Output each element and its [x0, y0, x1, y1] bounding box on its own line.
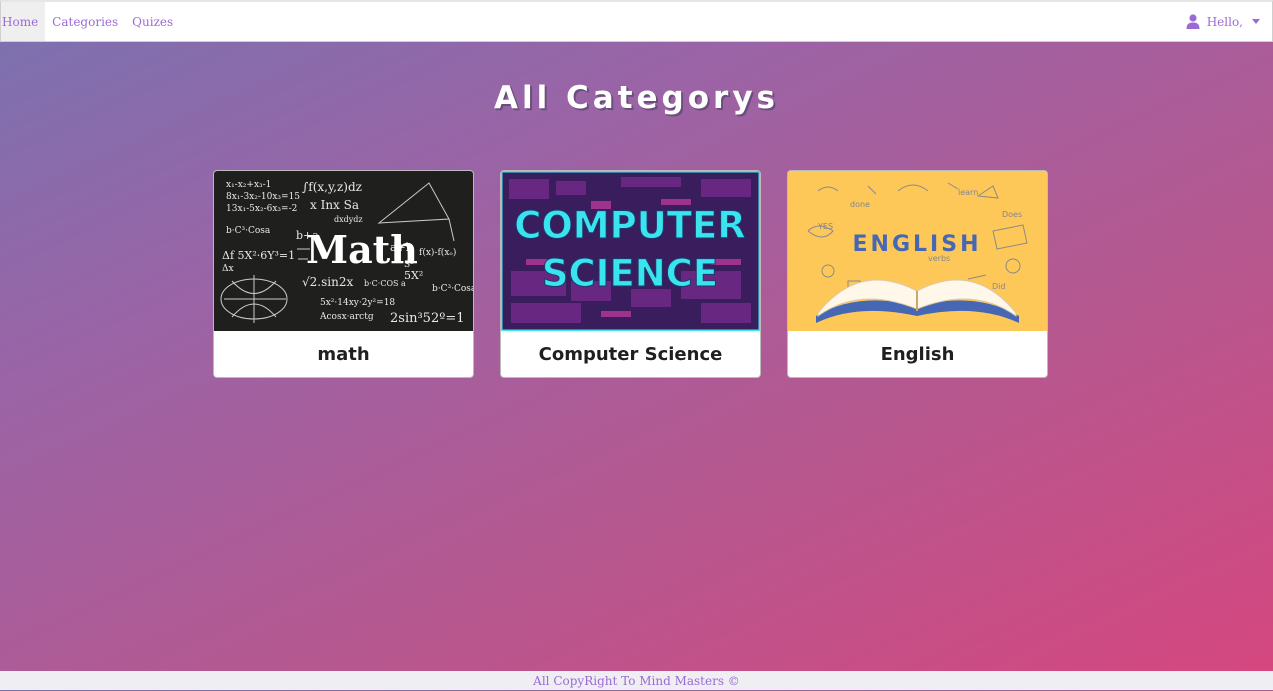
computer-science-category-image: COMPUTER SCIENCE — [501, 171, 760, 331]
nav-links: Home Categories Quizes — [1, 2, 180, 41]
svg-text:YES: YES — [817, 222, 833, 231]
english-image-label: ENGLISH — [853, 232, 982, 257]
cs-image-line2: SCIENCE — [542, 252, 718, 295]
user-icon — [1186, 14, 1200, 29]
category-title: Computer Science — [538, 344, 723, 365]
svg-text:x₁-x₂+x₃-1: x₁-x₂+x₃-1 — [226, 180, 271, 190]
chevron-down-icon — [1252, 19, 1260, 24]
svg-text:Δf 5X²·6Y³=1: Δf 5X²·6Y³=1 — [222, 249, 295, 262]
category-title: English — [880, 344, 955, 365]
nav-link-quizes[interactable]: Quizes — [125, 2, 180, 41]
category-title: math — [317, 344, 370, 365]
svg-text:b·C³·Cosa: b·C³·Cosa — [432, 284, 473, 294]
svg-text:2sin³52º=1: 2sin³52º=1 — [390, 311, 465, 326]
english-category-image: YESDoes donelearn Didverbs ENGLISH — [788, 171, 1047, 331]
svg-text:∫f(x,y,z)dz: ∫f(x,y,z)dz — [302, 180, 362, 194]
svg-text:√2.sin2x: √2.sin2x — [302, 275, 353, 289]
math-image-label: Math — [306, 227, 418, 272]
svg-text:5x²·14xy·2y²=18: 5x²·14xy·2y²=18 — [320, 298, 395, 308]
svg-text:x Inx Sa: x Inx Sa — [310, 198, 359, 212]
svg-text:f(x)-f(xₒ): f(x)-f(xₒ) — [419, 247, 456, 258]
svg-text:b·C³·Cosa: b·C³·Cosa — [226, 226, 271, 236]
copyright-text: All CopyRight To Mind Masters © — [533, 674, 740, 688]
top-navbar: Home Categories Quizes Hello, — [0, 0, 1273, 42]
user-menu[interactable]: Hello, — [1186, 14, 1272, 29]
svg-text:done: done — [850, 200, 870, 209]
nav-link-categories[interactable]: Categories — [45, 2, 125, 41]
svg-text:dxdydz: dxdydz — [334, 215, 363, 224]
category-list: x₁-x₂+x₃-1 8x₁-3x₂-10x₃=15 13x₁-5x₂-6x₃=… — [213, 170, 1048, 378]
svg-text:Did: Did — [992, 282, 1005, 291]
svg-text:learn: learn — [958, 188, 978, 197]
svg-text:b·C·COS a: b·C·COS a — [364, 279, 406, 288]
nav-link-home[interactable]: Home — [1, 2, 46, 41]
page-title: All Categorys — [494, 80, 779, 116]
svg-text:8x₁-3x₂-10x₃=15: 8x₁-3x₂-10x₃=15 — [226, 192, 300, 202]
category-card-computer-science[interactable]: COMPUTER SCIENCE Computer Science — [500, 170, 761, 378]
svg-text:Does: Does — [1002, 210, 1022, 219]
category-card-english[interactable]: YES Does done learn Did verbs ENGLISH Engli… — [787, 170, 1048, 378]
footer: All CopyRight To Mind Masters © — [0, 671, 1273, 690]
svg-text:Acosx·arctg: Acosx·arctg — [319, 312, 374, 322]
category-card-math[interactable]: x₁-x₂+x₃-1 8x₁-3x₂-10x₃=15 13x₁-5x₂-6x₃=… — [213, 170, 474, 378]
cs-image-line1: COMPUTER — [514, 204, 746, 247]
user-greeting: Hello, — [1206, 14, 1243, 29]
svg-text:Δx: Δx — [222, 264, 234, 274]
math-category-image: x₁-x₂+x₃-1 8x₁-3x₂-10x₃=15 13x₁-5x₂-6x₃=… — [214, 171, 473, 331]
svg-text:13x₁-5x₂-6x₃=-2: 13x₁-5x₂-6x₃=-2 — [226, 204, 297, 214]
